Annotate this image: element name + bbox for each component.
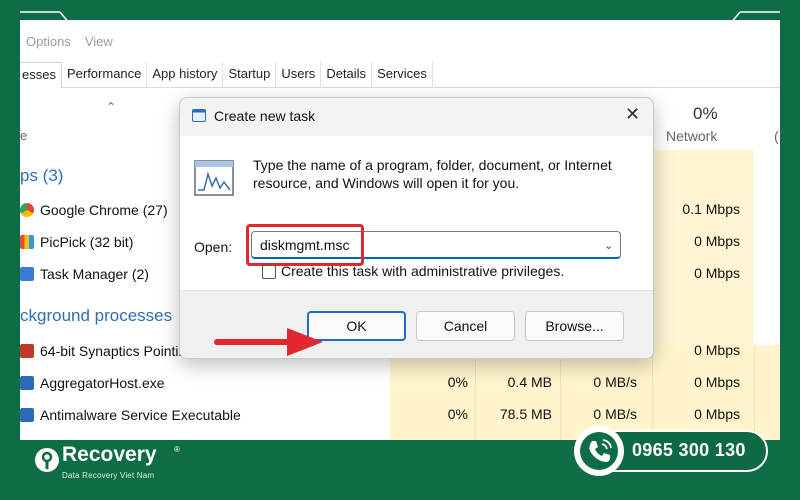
network-value: 0 Mbps	[694, 406, 740, 422]
run-program-icon	[194, 160, 234, 196]
menu-view[interactable]: View	[85, 34, 113, 49]
admin-privileges-checkbox[interactable]	[262, 265, 276, 279]
brand-tagline: Data Recovery Viet Nam	[62, 471, 155, 480]
process-name: Antimalware Service Executable	[40, 407, 241, 423]
browse-button[interactable]: Browse...	[525, 311, 624, 341]
memory-value: 78.5 MB	[499, 406, 552, 422]
menu-options[interactable]: Options	[26, 34, 71, 49]
antimalware-icon	[20, 408, 34, 422]
cancel-button[interactable]: Cancel	[416, 311, 515, 341]
process-row[interactable]: 64-bit Synaptics Pointin	[20, 340, 186, 362]
dialog-body: Type the name of a program, folder, docu…	[180, 136, 653, 290]
process-name: 64-bit Synaptics Pointin	[40, 343, 187, 359]
phone-icon-circle	[574, 426, 624, 476]
process-name: Google Chrome (27)	[40, 202, 168, 218]
chrome-icon	[20, 203, 34, 217]
group-apps-title: ps (3)	[20, 166, 64, 185]
tab-processes[interactable]: esses	[20, 62, 62, 88]
task-manager-screenshot: Options View esses Performance App histo…	[20, 20, 780, 440]
column-divider	[652, 345, 653, 440]
input-highlight-box	[246, 224, 364, 266]
network-value: 0 Mbps	[694, 342, 740, 358]
aggregator-host-icon	[20, 376, 34, 390]
chevron-down-icon[interactable]: ⌄	[604, 239, 613, 252]
disk-value: 0 MB/s	[593, 406, 637, 422]
window-icon	[192, 109, 206, 122]
process-row[interactable]: PicPick (32 bit)	[20, 231, 133, 253]
cpu-value: 0%	[447, 406, 468, 422]
memory-value: 0.4 MB	[507, 374, 552, 390]
dialog-description: Type the name of a program, folder, docu…	[253, 157, 612, 191]
next-column-header[interactable]: (	[774, 128, 779, 144]
process-name: PicPick (32 bit)	[40, 234, 134, 250]
phone-number[interactable]: 0965 300 130	[632, 440, 746, 461]
registered-mark: ®	[174, 445, 180, 454]
column-divider	[475, 345, 476, 440]
network-value: 0 Mbps	[694, 374, 740, 390]
task-manager-icon	[20, 267, 34, 281]
synaptics-icon	[20, 344, 34, 358]
network-value: 0.1 Mbps	[682, 201, 740, 217]
network-column-header[interactable]: Network	[666, 128, 717, 144]
network-value: 0 Mbps	[694, 265, 740, 281]
tab-details[interactable]: Details	[321, 62, 373, 88]
menu-bar: Options View	[26, 34, 113, 49]
tab-bar: esses Performance App history Startup Us…	[20, 62, 780, 88]
tab-app-history[interactable]: App history	[147, 62, 224, 88]
process-row[interactable]: Antimalware Service Executable	[20, 404, 241, 426]
column-name-header[interactable]: e	[20, 128, 27, 143]
red-arrow-icon	[214, 328, 323, 356]
group-background-title: ckground processes	[20, 306, 173, 325]
picpick-icon	[20, 235, 34, 249]
phone-icon	[580, 432, 618, 470]
process-name: Task Manager (2)	[40, 266, 149, 282]
open-label: Open:	[194, 239, 233, 255]
create-new-task-dialog: Create new task ✕ Type the name of a pro…	[179, 97, 654, 359]
brand-logo: Recovery ® Data Recovery Viet Nam	[30, 443, 190, 493]
column-divider	[754, 345, 755, 440]
sort-chevron-up-icon[interactable]: ⌃	[106, 100, 116, 114]
brand-name: Recovery	[62, 443, 157, 466]
cpu-value: 0%	[447, 374, 468, 390]
dialog-title: Create new task	[214, 108, 316, 124]
tab-users[interactable]: Users	[276, 62, 322, 88]
network-percent: 0%	[693, 104, 718, 123]
key-icon	[35, 448, 59, 472]
close-icon[interactable]: ✕	[625, 104, 640, 125]
network-value: 0 Mbps	[694, 233, 740, 249]
process-row[interactable]: Task Manager (2)	[20, 263, 149, 285]
column-divider	[560, 345, 561, 440]
process-row[interactable]: AggregatorHost.exe	[20, 372, 165, 394]
tab-performance[interactable]: Performance	[62, 62, 148, 88]
admin-privileges-label[interactable]: Create this task with administrative pri…	[281, 263, 564, 279]
tab-services[interactable]: Services	[372, 62, 433, 88]
tab-startup[interactable]: Startup	[223, 62, 277, 88]
process-row[interactable]: Google Chrome (27)	[20, 199, 168, 221]
process-name: AggregatorHost.exe	[40, 375, 165, 391]
disk-value: 0 MB/s	[593, 374, 637, 390]
